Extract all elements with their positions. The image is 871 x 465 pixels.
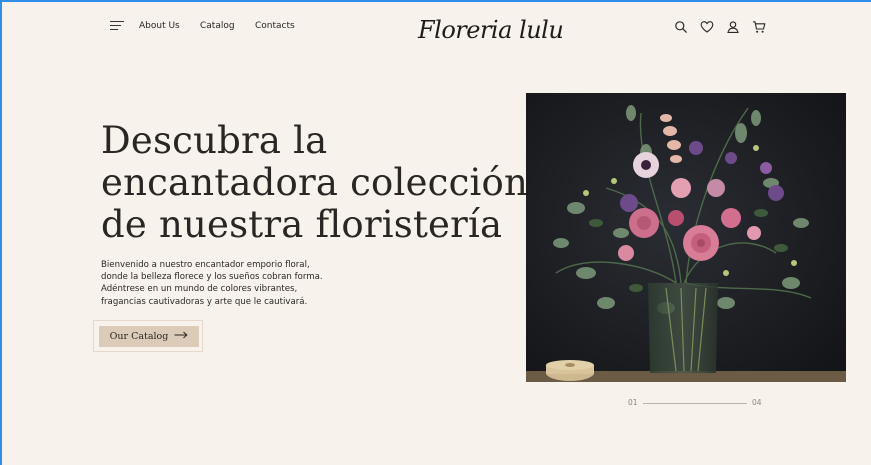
intro-line-2: donde la belleza florece y los sueños co… — [101, 272, 323, 282]
slide-progress-line[interactable] — [643, 403, 747, 404]
hero-flower-photo — [526, 93, 846, 382]
intro-line-4: fragancias cautivadoras y arte que le ca… — [101, 296, 308, 307]
site-header: About Us Catalog Contacts Floreria lulu — [2, 2, 871, 62]
cart-icon[interactable] — [752, 19, 766, 33]
nav-catalog[interactable]: Catalog — [200, 21, 235, 31]
hero-title-line-1: Descubra la — [101, 119, 328, 162]
slide-current: 01 — [628, 398, 638, 407]
menu-icon[interactable] — [110, 19, 126, 33]
nav-contacts[interactable]: Contacts — [255, 21, 295, 31]
intro-line-1: Bienvenido a nuestro encantador emporio … — [101, 259, 310, 270]
hero-intro: Bienvenido a nuestro encantador emporio … — [101, 259, 331, 309]
cta-label: Our Catalog — [109, 331, 169, 342]
site-logo[interactable]: Floreria lulu — [418, 16, 564, 44]
intro-line-3: Adéntrese en un mundo de colores vibrant… — [101, 284, 298, 295]
arrow-right-icon — [174, 331, 188, 342]
cta-focus-ring: Our Catalog — [93, 320, 203, 352]
hero-title-line-3: de nuestra floristería — [101, 203, 503, 246]
hero-title: Descubra la encantadora colección de nue… — [101, 120, 531, 246]
user-icon[interactable] — [726, 19, 740, 33]
heart-icon[interactable] — [700, 19, 714, 33]
hero-title-line-2: encantadora colección — [101, 161, 529, 204]
our-catalog-button[interactable]: Our Catalog — [99, 326, 199, 347]
search-icon[interactable] — [674, 19, 688, 33]
slide-total: 04 — [752, 398, 762, 407]
carousel-indicator: 01 04 — [628, 398, 768, 410]
nav-about-us[interactable]: About Us — [139, 21, 180, 31]
